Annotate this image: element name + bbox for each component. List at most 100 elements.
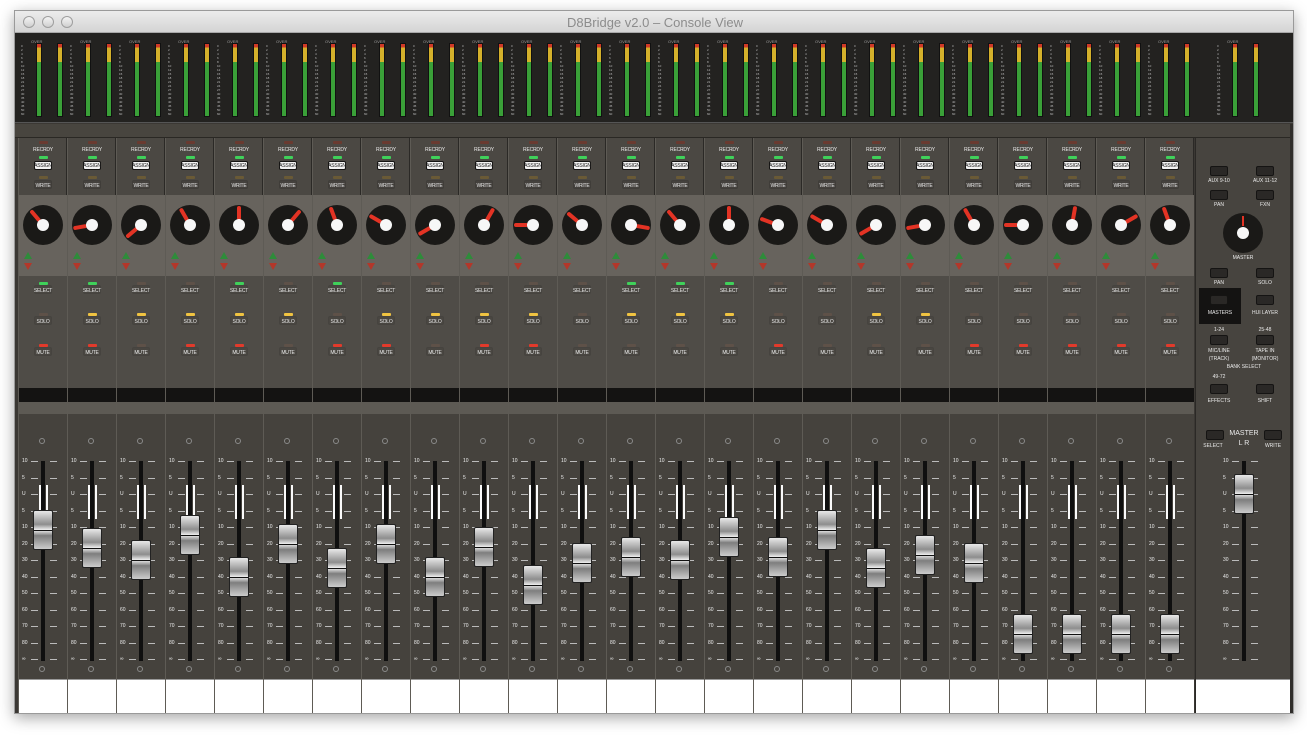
fader-cap[interactable] — [180, 515, 200, 556]
bank-down-icon[interactable] — [122, 263, 130, 270]
fader-cap[interactable] — [376, 523, 396, 564]
pan-knob[interactable] — [1052, 205, 1092, 245]
pan-knob[interactable] — [1003, 205, 1043, 245]
pan-knob[interactable] — [954, 205, 994, 245]
bank-down-icon[interactable] — [318, 263, 326, 270]
bank-up-icon[interactable] — [955, 252, 963, 259]
fader-cap[interactable] — [817, 510, 837, 551]
pan-knob[interactable] — [611, 205, 651, 245]
pan-knob[interactable] — [660, 205, 700, 245]
bank-up-icon[interactable] — [612, 252, 620, 259]
bank-down-icon[interactable] — [710, 263, 718, 270]
pan-knob[interactable] — [1101, 205, 1141, 245]
bank-down-icon[interactable] — [220, 263, 228, 270]
pan-knob[interactable] — [366, 205, 406, 245]
pan-knob[interactable] — [905, 205, 945, 245]
bank-down-icon[interactable] — [171, 263, 179, 270]
bank-down-icon[interactable] — [73, 263, 81, 270]
pan-button[interactable] — [1210, 190, 1228, 200]
fader-cap[interactable] — [1111, 614, 1131, 655]
fader-cap[interactable] — [866, 548, 886, 589]
pan-knob[interactable] — [268, 205, 308, 245]
bank-down-icon[interactable] — [857, 263, 865, 270]
bank-up-icon[interactable] — [318, 252, 326, 259]
bank-down-icon[interactable] — [1053, 263, 1061, 270]
fader-cap[interactable] — [425, 556, 445, 597]
bank-down-icon[interactable] — [955, 263, 963, 270]
pan-knob[interactable] — [317, 205, 357, 245]
master-knob[interactable] — [1223, 213, 1263, 253]
fader-cap[interactable] — [1013, 614, 1033, 655]
pan-knob[interactable] — [807, 205, 847, 245]
fader-cap[interactable] — [964, 543, 984, 584]
bank-up-icon[interactable] — [857, 252, 865, 259]
bank-down-icon[interactable] — [759, 263, 767, 270]
bank-up-icon[interactable] — [465, 252, 473, 259]
bank-up-icon[interactable] — [808, 252, 816, 259]
fader-cap[interactable] — [474, 526, 494, 567]
bank-down-icon[interactable] — [612, 263, 620, 270]
fader-cap[interactable] — [523, 564, 543, 605]
aux-11-12-button[interactable] — [1256, 166, 1274, 176]
pan-knob[interactable] — [709, 205, 749, 245]
masters-button[interactable] — [1210, 295, 1228, 305]
bank-down-icon[interactable] — [269, 263, 277, 270]
bank-up-icon[interactable] — [1004, 252, 1012, 259]
bank-down-icon[interactable] — [661, 263, 669, 270]
pan-knob[interactable] — [758, 205, 798, 245]
pan-knob[interactable] — [121, 205, 161, 245]
effects-button[interactable] — [1210, 384, 1228, 394]
bank-up-icon[interactable] — [171, 252, 179, 259]
fader-cap[interactable] — [621, 536, 641, 577]
bank-up-icon[interactable] — [122, 252, 130, 259]
pan-knob[interactable] — [170, 205, 210, 245]
pan-knob[interactable] — [1150, 205, 1190, 245]
pan-bottom-button[interactable] — [1210, 268, 1228, 278]
pan-knob[interactable] — [464, 205, 504, 245]
bank-up-icon[interactable] — [269, 252, 277, 259]
bank-up-icon[interactable] — [73, 252, 81, 259]
mic-line-button[interactable] — [1210, 335, 1228, 345]
bank-up-icon[interactable] — [661, 252, 669, 259]
fader-cap[interactable] — [229, 556, 249, 597]
bank-down-icon[interactable] — [563, 263, 571, 270]
bank-up-icon[interactable] — [906, 252, 914, 259]
fxn-button[interactable] — [1256, 190, 1274, 200]
bank-down-icon[interactable] — [367, 263, 375, 270]
fader-cap[interactable] — [82, 528, 102, 569]
bank-down-icon[interactable] — [416, 263, 424, 270]
bank-up-icon[interactable] — [367, 252, 375, 259]
bank-up-icon[interactable] — [24, 252, 32, 259]
bank-down-icon[interactable] — [1102, 263, 1110, 270]
bank-up-icon[interactable] — [1053, 252, 1061, 259]
bank-down-icon[interactable] — [1004, 263, 1012, 270]
bank-down-icon[interactable] — [24, 263, 32, 270]
fader-cap[interactable] — [1160, 614, 1180, 655]
bank-up-icon[interactable] — [220, 252, 228, 259]
fader-cap[interactable] — [278, 523, 298, 564]
fader-cap[interactable] — [719, 516, 739, 557]
bank-up-icon[interactable] — [759, 252, 767, 259]
bank-down-icon[interactable] — [514, 263, 522, 270]
pan-knob[interactable] — [415, 205, 455, 245]
fader-cap[interactable] — [915, 535, 935, 576]
bank-down-icon[interactable] — [1151, 263, 1159, 270]
pan-knob[interactable] — [72, 205, 112, 245]
pan-knob[interactable] — [513, 205, 553, 245]
aux-9-10-button[interactable] — [1210, 166, 1228, 176]
bank-up-icon[interactable] — [563, 252, 571, 259]
tape-in-button[interactable] — [1256, 335, 1274, 345]
fader-cap[interactable] — [1062, 614, 1082, 655]
pan-knob[interactable] — [562, 205, 602, 245]
bank-up-icon[interactable] — [1102, 252, 1110, 259]
pan-knob[interactable] — [219, 205, 259, 245]
fader-cap[interactable] — [572, 543, 592, 584]
master-fader[interactable]: 10 5 U 5 10 20 30 40 50 60 70 80 ∞ — [1220, 414, 1268, 679]
solo-master-button[interactable] — [1256, 268, 1274, 278]
bank-down-icon[interactable] — [906, 263, 914, 270]
bank-up-icon[interactable] — [416, 252, 424, 259]
shift-button[interactable] — [1256, 384, 1274, 394]
pan-knob[interactable] — [856, 205, 896, 245]
bank-up-icon[interactable] — [1151, 252, 1159, 259]
pan-knob[interactable] — [23, 205, 63, 245]
